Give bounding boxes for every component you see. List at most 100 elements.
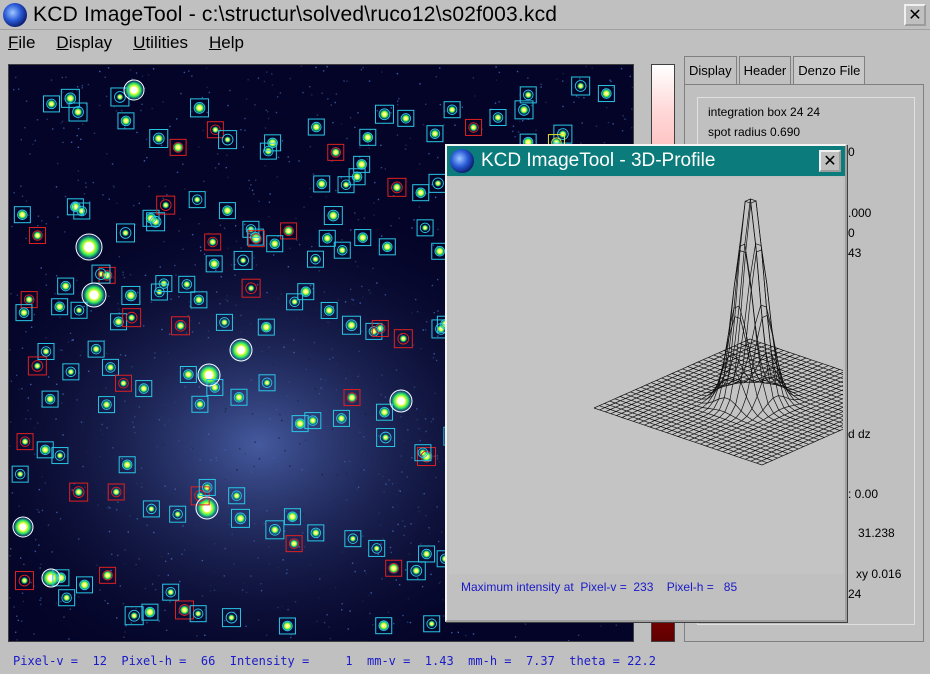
tab-header[interactable]: Header (738, 56, 792, 84)
panel-fragment-5: d dz (848, 427, 871, 441)
spot (283, 225, 294, 237)
spot (493, 113, 503, 122)
menu-help-rest: elp (221, 33, 244, 52)
strong-spot-core (130, 86, 138, 94)
spot (193, 101, 206, 114)
close-profile-button[interactable]: ✕ (819, 150, 841, 172)
spot (600, 88, 612, 99)
tab-display[interactable]: Display (684, 56, 737, 84)
spot (73, 107, 83, 117)
spot (73, 487, 84, 497)
spot (147, 505, 155, 513)
kcd-app-icon[interactable] (3, 2, 27, 27)
spot (381, 433, 390, 442)
spot (102, 569, 114, 581)
spot (127, 313, 136, 322)
spot (211, 125, 220, 134)
spot (411, 566, 421, 576)
menu-display-rest: isplay (68, 33, 113, 52)
mesh-line (671, 198, 841, 431)
spot (519, 104, 529, 115)
spot (42, 347, 50, 356)
spot (78, 579, 91, 591)
spot (21, 437, 30, 446)
spot (399, 334, 408, 343)
menu-utilities-rest: tilities (145, 33, 188, 52)
menu-file-mnemonic: F (8, 33, 19, 52)
profile-wireframe (593, 198, 843, 466)
spot (67, 368, 75, 376)
integration-box-label: integration box 24 24 (708, 105, 821, 119)
spot (428, 620, 436, 628)
profile-dialog-title: KCD ImageTool - 3D-Profile (481, 150, 716, 171)
profile-dialog: KCD ImageTool - 3D-Profile ✕ Maximum int… (445, 144, 847, 622)
spot (194, 609, 202, 618)
spot (75, 306, 83, 314)
spot (166, 588, 175, 597)
spot (106, 363, 115, 372)
panel-fragment-9: 24 (848, 587, 862, 601)
menu-help[interactable]: Help (209, 33, 244, 53)
close-window-button[interactable]: ✕ (904, 4, 926, 26)
menu-display[interactable]: Display (56, 33, 112, 53)
spot (286, 510, 299, 523)
window-title: KCD ImageTool - c:\structur\solved\ruco1… (33, 2, 558, 26)
3d-profile-mesh (593, 198, 843, 466)
spot (172, 141, 184, 154)
spot (56, 451, 64, 460)
spot (175, 320, 186, 331)
spot (130, 611, 139, 620)
spot (263, 378, 271, 387)
tab-strip: Display Header Denzo File (684, 56, 867, 86)
panel-fragment-8: xy 0.016 (856, 567, 902, 581)
cursor-readout: Pixel-v = 12 Pixel-h = 66 Intensity = 1 … (13, 654, 656, 668)
spot (415, 187, 427, 199)
spot (208, 237, 218, 247)
spot (434, 245, 446, 257)
spot (220, 318, 229, 327)
spot (294, 417, 306, 430)
spot (373, 544, 381, 553)
title-bar: KCD ImageTool - c:\structur\solved\ruco1… (0, 0, 930, 30)
spot (377, 619, 390, 632)
menu-bar: File Display Utilities Help (0, 30, 930, 56)
panel-fragment-2: .000 (848, 206, 872, 220)
menu-file-rest: ile (18, 33, 36, 52)
profile-max-intensity: Maximum intensity at Pixel-v = 233 Pixel… (461, 580, 738, 594)
tab-denzo-file[interactable]: Denzo File (793, 56, 866, 86)
spot (311, 255, 320, 263)
status-bar: Pixel-v = 12 Pixel-h = 66 Intensity = 1 … (0, 648, 930, 674)
spot (387, 562, 400, 575)
spot-radius-label: spot radius 0.690 (708, 125, 801, 139)
spot (362, 131, 374, 143)
spot (182, 280, 191, 289)
mesh-line (677, 200, 835, 437)
spot (281, 620, 294, 632)
profile-dialog-title-bar[interactable]: KCD ImageTool - 3D-Profile ✕ (447, 146, 845, 176)
spot (421, 224, 429, 232)
menu-utilities-mnemonic: U (133, 33, 146, 52)
spot (91, 344, 101, 354)
profile-plot-area (449, 178, 843, 574)
spot (20, 576, 29, 585)
strong-spot-core (237, 346, 245, 354)
spot (208, 258, 220, 270)
spot (97, 270, 105, 278)
menu-help-mnemonic: H (208, 33, 222, 52)
panel-fragment-4: 43 (848, 246, 862, 260)
spot (33, 361, 42, 370)
spot (232, 491, 241, 501)
spot (357, 232, 369, 243)
spot (222, 205, 233, 216)
spot (269, 524, 280, 535)
spot (119, 379, 128, 388)
spot (260, 321, 273, 334)
menu-file[interactable]: File (8, 33, 35, 53)
spot (16, 470, 24, 478)
panel-fragment-1: 0 (848, 145, 855, 159)
spot (247, 284, 255, 292)
spot (381, 241, 393, 253)
menu-utilities[interactable]: Utilities (133, 33, 188, 53)
strong-spot-core (84, 242, 94, 252)
mesh-line (672, 198, 829, 435)
